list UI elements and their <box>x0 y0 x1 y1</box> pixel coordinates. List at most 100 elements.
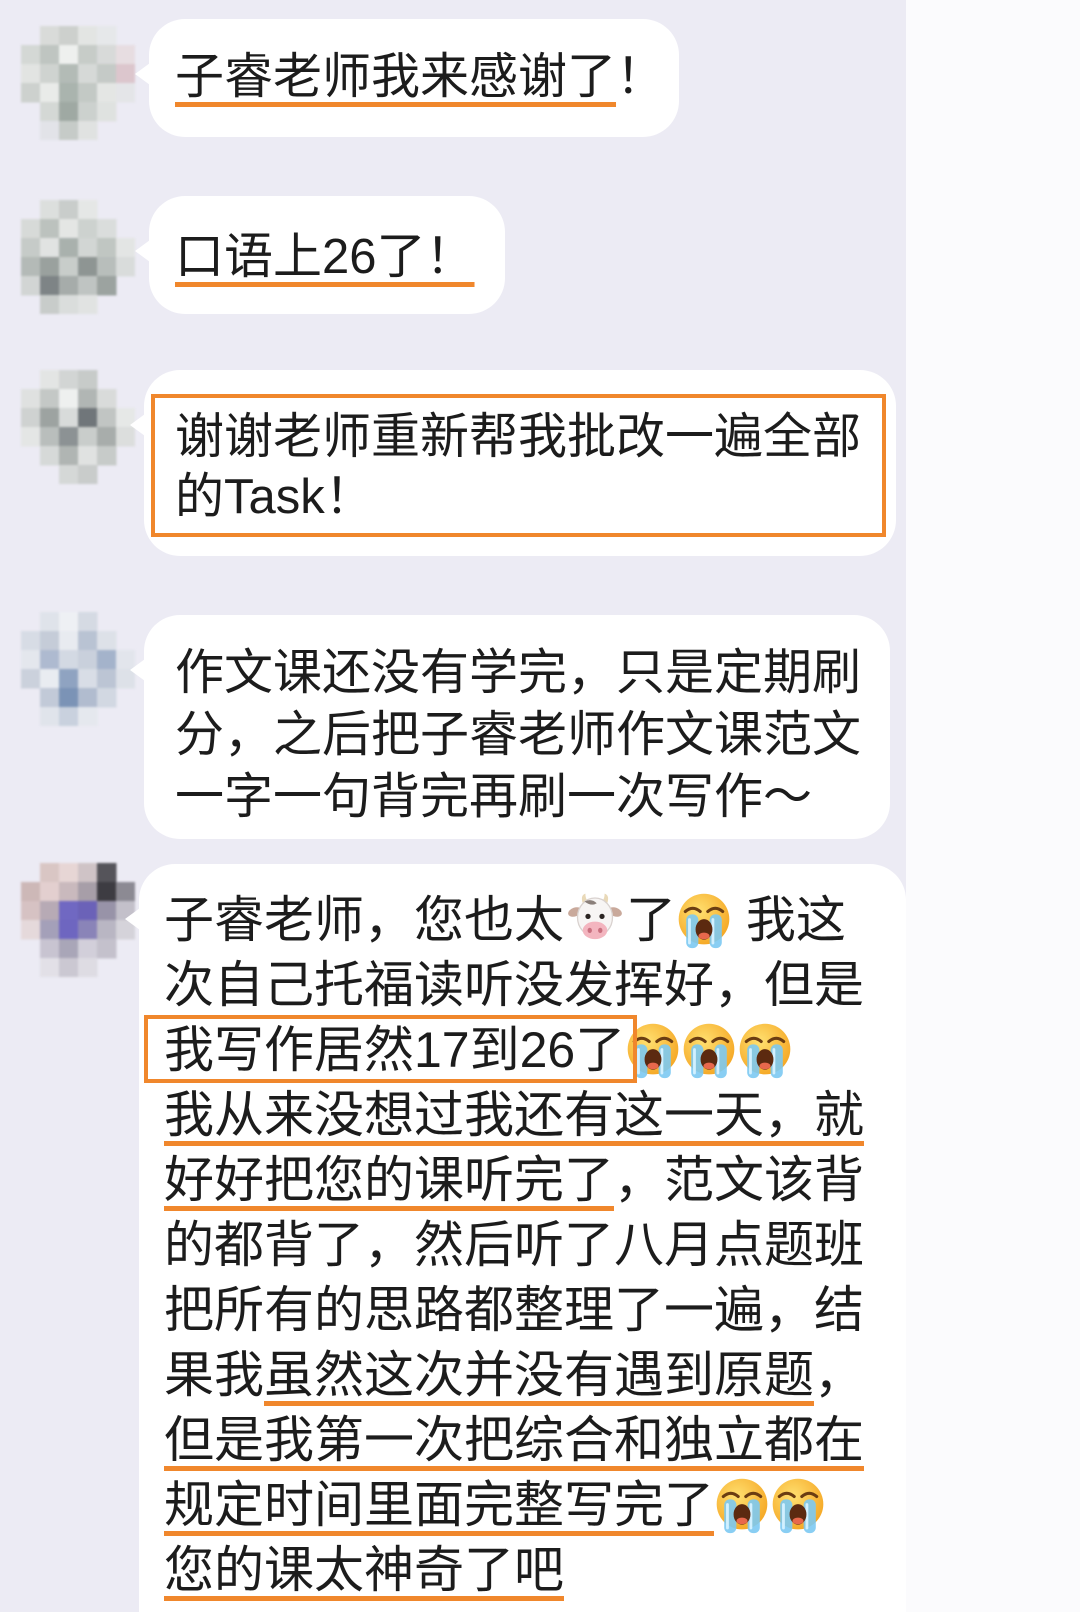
avatar-mosaic-tile <box>59 408 79 428</box>
pixelated-avatar-icon <box>21 612 135 726</box>
avatar[interactable] <box>21 863 135 977</box>
avatar-mosaic-tile <box>78 200 98 220</box>
avatar-mosaic-tile <box>59 121 79 140</box>
avatar-mosaic-tile <box>78 389 98 409</box>
message-bubble[interactable]: 作文课还没有学完，只是定期刷 分，之后把子睿老师作文课范文 一字一句背完再刷一次写作… <box>130 615 890 839</box>
bubble-content: 子睿老师，您也太 了 我这 次自己托福读听没发挥好，但是 我写作居然17到26了 我从来… <box>139 864 906 1612</box>
avatar-mosaic-tile <box>21 882 41 902</box>
underlined-text: 虽然这次并没有遇到原题 <box>264 1347 814 1403</box>
avatar-mosaic-tile <box>59 688 79 708</box>
avatar-mosaic-tile <box>59 83 79 103</box>
avatar-mosaic-tile <box>78 612 98 632</box>
avatar-mosaic-tile <box>78 238 98 258</box>
avatar-mosaic-tile <box>78 650 98 670</box>
avatar-mosaic-tile <box>21 219 41 239</box>
avatar-mosaic-tile <box>40 863 60 883</box>
avatar-mosaic-tile <box>59 650 79 670</box>
message-line: 谢谢老师重新帮我批改一遍全部 <box>175 407 882 467</box>
avatar-mosaic-tile <box>78 707 98 726</box>
avatar-mosaic-tile <box>40 102 60 122</box>
message-bubble[interactable]: 子睿老师我来感谢了！ <box>135 19 679 137</box>
avatar-mosaic-tile <box>21 901 41 921</box>
chat-screen[interactable]: 子睿老师我来感谢了！ 口语上26了！ 谢谢老师重新帮我批改一遍全部 的Task！ … <box>0 0 1080 1612</box>
loudly-crying-face-icon <box>712 1475 772 1535</box>
avatar-mosaic-tile <box>59 707 79 726</box>
avatar-mosaic-tile <box>78 83 98 103</box>
message-bubble[interactable]: 口语上26了！ <box>135 196 505 314</box>
avatar-mosaic-tile <box>59 389 79 409</box>
message-line: 分，之后把子睿老师作文课范文 <box>175 704 861 766</box>
avatar[interactable] <box>21 612 135 726</box>
message-text: ！ <box>616 50 666 104</box>
avatar-mosaic-tile <box>97 238 117 258</box>
avatar-mosaic-tile <box>40 370 60 390</box>
avatar-mosaic-tile <box>40 446 60 466</box>
avatar-mosaic-tile <box>78 863 98 883</box>
avatar[interactable] <box>21 370 135 484</box>
avatar-mosaic-tile <box>21 83 41 103</box>
avatar-mosaic-tile <box>21 45 41 65</box>
avatar-mosaic-tile <box>97 26 117 46</box>
avatar-mosaic-tile <box>97 257 117 277</box>
bubble-content: 子睿老师我来感谢了！ <box>149 19 679 137</box>
avatar-mosaic-tile <box>40 45 60 65</box>
avatar-mosaic-tile <box>59 863 79 883</box>
message-bubble[interactable]: 谢谢老师重新帮我批改一遍全部 的Task！ <box>130 370 896 556</box>
avatar-mosaic-tile <box>116 238 135 258</box>
avatar-mosaic-tile <box>78 295 98 314</box>
bubble-content: 作文课还没有学完，只是定期刷 分，之后把子睿老师作文课范文 一字一句背完再刷一次写作… <box>144 615 890 839</box>
boxed-text: 我写作居然17到26了 <box>164 1022 626 1078</box>
highlighted-message-box: 谢谢老师重新帮我批改一遍全部 的Task！ <box>151 394 886 537</box>
avatar-mosaic-tile <box>40 612 60 632</box>
message-text: 谢谢老师重新帮我批改一遍全部 <box>175 410 862 464</box>
avatar-mosaic-tile <box>78 882 98 902</box>
avatar-mosaic-tile <box>59 26 79 46</box>
message-bubble[interactable]: 子睿老师，您也太 了 我这 次自己托福读听没发挥好，但是 我写作居然17到26了 我从来… <box>125 864 906 1612</box>
avatar-mosaic-tile <box>78 427 98 447</box>
message-line: 把所有的思路都整理了一遍，结 <box>164 1278 864 1343</box>
cow-face-icon <box>567 891 623 947</box>
message-line: 作文课还没有学完，只是定期刷 <box>175 642 861 704</box>
avatar-mosaic-tile <box>40 238 60 258</box>
avatar-mosaic-tile <box>40 882 60 902</box>
message-line: 我写作居然17到26了 <box>164 1018 864 1083</box>
avatar-mosaic-tile <box>21 408 41 428</box>
avatar-mosaic-tile <box>97 389 117 409</box>
avatar-mosaic-tile <box>40 389 60 409</box>
avatar-mosaic-tile <box>59 219 79 239</box>
avatar-mosaic-tile <box>40 26 60 46</box>
message-text-block: 子睿老师我来感谢了！ <box>175 45 665 109</box>
message-text-block: 口语上26了！ <box>175 225 475 289</box>
avatar-mosaic-tile <box>97 920 117 940</box>
avatar-mosaic-tile <box>59 276 79 296</box>
avatar-mosaic-tile <box>59 64 79 84</box>
message-text: 了 <box>626 892 676 948</box>
avatar-mosaic-tile <box>21 920 41 940</box>
avatar-mosaic-tile <box>97 276 117 296</box>
avatar-mosaic-tile <box>21 257 41 277</box>
avatar-mosaic-tile <box>40 688 60 708</box>
avatar-mosaic-tile <box>116 83 135 103</box>
avatar-mosaic-tile <box>59 370 79 390</box>
avatar-mosaic-tile <box>59 257 79 277</box>
message-text: 次自己托福读听没发挥好，但是 <box>164 957 864 1013</box>
avatar-mosaic-tile <box>21 631 41 651</box>
underlined-text: 子睿老师我来感谢了 <box>175 50 617 104</box>
underlined-text: 规定时间里面完整写完了 <box>164 1477 714 1533</box>
message-line: 子睿老师我来感谢了！ <box>175 45 665 109</box>
avatar-mosaic-tile <box>40 707 60 726</box>
avatar[interactable] <box>21 200 135 314</box>
avatar-mosaic-tile <box>59 631 79 651</box>
avatar-mosaic-tile <box>40 295 60 314</box>
avatar-mosaic-tile <box>59 45 79 65</box>
message-line: 规定时间里面完整写完了 <box>164 1473 864 1538</box>
avatar-mosaic-tile <box>97 669 117 689</box>
avatar-mosaic-tile <box>97 688 117 708</box>
message-text: 子睿老师，您也太 <box>164 892 564 948</box>
right-margin <box>906 0 1080 1612</box>
message-line: 您的课太神奇了吧 <box>164 1538 864 1603</box>
message-text: ，范文该背 <box>614 1152 864 1208</box>
avatar[interactable] <box>21 26 135 140</box>
avatar-mosaic-tile <box>59 939 79 959</box>
avatar-mosaic-tile <box>97 427 117 447</box>
